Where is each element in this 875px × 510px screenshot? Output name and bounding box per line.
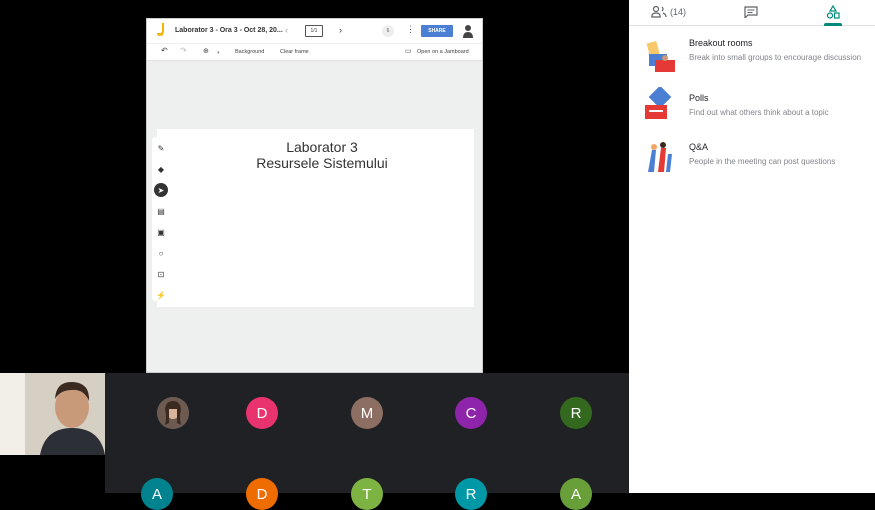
activity-desc: People in the meeting can post questions: [689, 157, 836, 166]
panel-tabs: (14): [629, 0, 875, 26]
zoom-dropdown-icon[interactable]: ▾: [217, 50, 220, 56]
prev-frame-icon[interactable]: ‹: [285, 25, 288, 35]
select-icon[interactable]: ➤: [154, 183, 168, 197]
participant-avatar: M: [351, 397, 383, 429]
qa-hands-icon: [648, 142, 672, 172]
activities-panel: (14) Breakout rooms Break into small gro…: [629, 0, 875, 493]
participant-avatar: [157, 397, 189, 429]
participant-avatar: R: [560, 397, 592, 429]
polls-icon: [645, 87, 672, 119]
tab-activities[interactable]: [826, 2, 840, 22]
people-icon: [651, 6, 667, 18]
next-frame-icon[interactable]: ›: [339, 25, 342, 35]
board-line-1: Laborator 3: [286, 139, 358, 155]
people-count: (14): [670, 7, 687, 17]
board-text: Laborator 3 Resursele Sistemului: [247, 139, 397, 171]
activities-icon: [826, 5, 840, 19]
participant-avatar: C: [455, 397, 487, 429]
self-video-icon: [0, 373, 105, 455]
participant-avatar: D: [246, 397, 278, 429]
activity-title: Breakout rooms: [689, 38, 753, 48]
jamboard-toolbar: ↶ ↷ ⊕ ▾ Background Clear frame ▭ Open on…: [147, 43, 482, 61]
participant-grid: D M C R A D T R A: [105, 373, 629, 510]
tab-chat[interactable]: [744, 2, 758, 22]
text-box-icon[interactable]: ⊡: [154, 267, 168, 281]
activity-desc: Break into small groups to encourage dis…: [689, 53, 862, 62]
share-button[interactable]: SHARE: [421, 25, 453, 37]
circle-icon[interactable]: ○: [154, 246, 168, 260]
participant-avatar: A: [560, 478, 592, 510]
activity-breakout-rooms[interactable]: Breakout rooms Break into small groups t…: [629, 38, 875, 86]
activity-qa[interactable]: Q&A People in the meeting can post quest…: [629, 142, 875, 190]
activity-title: Q&A: [689, 142, 709, 152]
participant-avatar: T: [351, 478, 383, 510]
meeting-stage: Laborator 3 - Ora 3 - Oct 28, 20... ‹ 1/…: [0, 0, 629, 510]
activity-polls[interactable]: Polls Find out what others think about a…: [629, 87, 875, 141]
pen-icon[interactable]: ✎: [154, 141, 168, 155]
jamboard-window: Laborator 3 - Ora 3 - Oct 28, 20... ‹ 1/…: [146, 18, 483, 373]
jamboard-header: Laborator 3 - Ora 3 - Oct 28, 20... ‹ 1/…: [147, 19, 482, 43]
self-video-tile: [0, 373, 105, 455]
activity-desc: Find out what others think about a topic: [689, 108, 829, 117]
breakout-rooms-icon: [646, 41, 675, 72]
image-icon[interactable]: ▣: [154, 225, 168, 239]
participant-avatar: D: [246, 478, 278, 510]
share-label: SHARE: [428, 28, 446, 34]
cast-icon: ▭: [405, 48, 412, 55]
tab-people[interactable]: (14): [651, 2, 686, 22]
undo-icon[interactable]: ↶: [161, 46, 168, 55]
participant-avatar: A: [141, 478, 173, 510]
board-line-2: Resursele Sistemului: [256, 155, 388, 171]
clear-frame-button[interactable]: Clear frame: [280, 49, 309, 55]
eraser-icon[interactable]: ◆: [154, 162, 168, 176]
drawing-tools: ✎ ◆ ➤ ▤ ▣ ○ ⊡ ⚡: [152, 137, 170, 301]
redo-icon[interactable]: ↷: [180, 46, 187, 55]
sticky-note-icon[interactable]: ▤: [154, 204, 168, 218]
zoom-icon[interactable]: ⊕: [203, 47, 209, 55]
activity-title: Polls: [689, 93, 709, 103]
jamboard-canvas[interactable]: Laborator 3 Resursele Sistemului: [157, 129, 474, 307]
jamboard-logo-icon: [157, 23, 164, 36]
participant-avatar: R: [455, 478, 487, 510]
active-tab-indicator: [824, 23, 842, 26]
viewer-count-badge: 6: [382, 25, 394, 37]
open-jamboard-button[interactable]: Open on a Jamboard: [417, 49, 469, 55]
background-button[interactable]: Background: [235, 49, 264, 55]
more-options-icon[interactable]: ⋮: [406, 24, 415, 35]
laser-icon[interactable]: ⚡: [154, 288, 168, 302]
user-avatar-icon[interactable]: [462, 24, 474, 38]
jamboard-title: Laborator 3 - Ora 3 - Oct 28, 20...: [175, 27, 283, 34]
chat-icon: [744, 6, 758, 18]
frame-counter[interactable]: 1/1: [305, 25, 323, 37]
